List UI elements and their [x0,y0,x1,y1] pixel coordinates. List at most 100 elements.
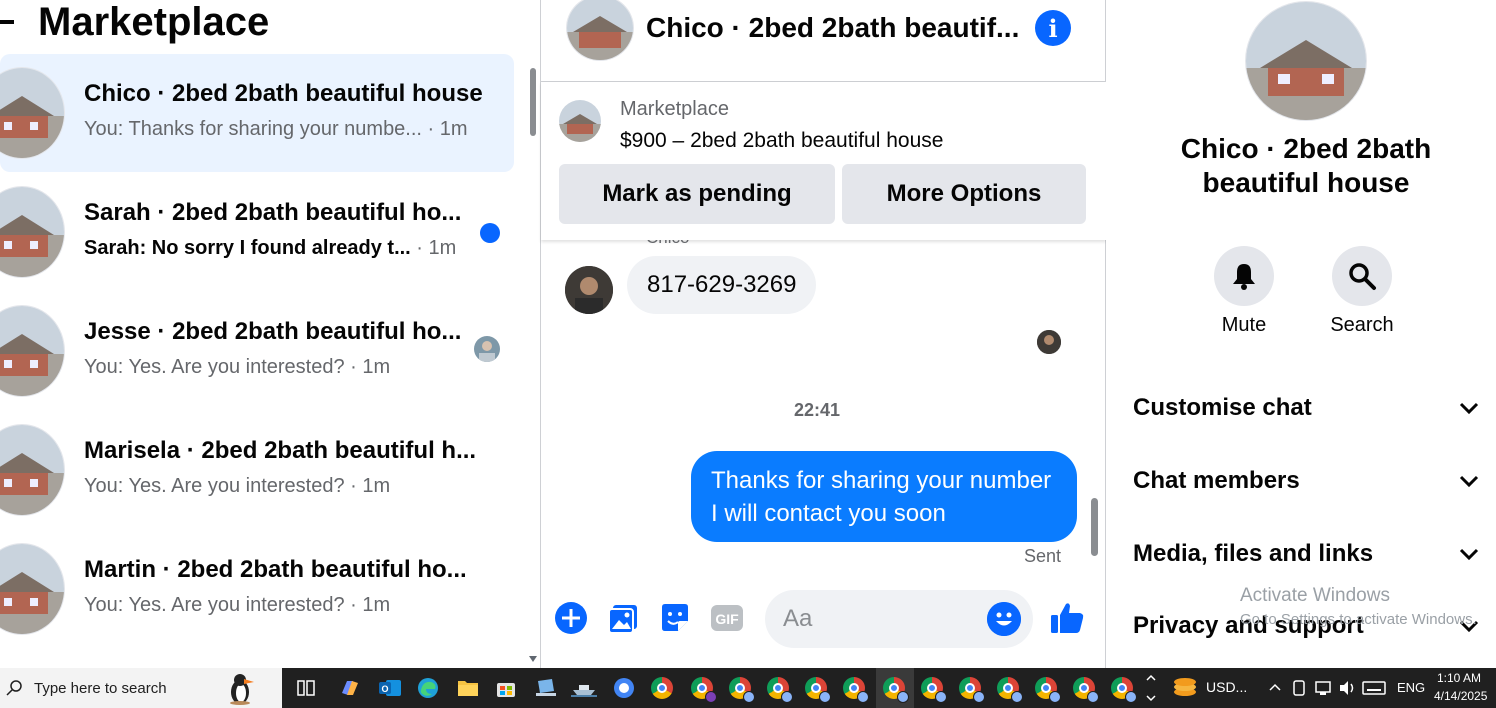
sent-status: Sent [1023,546,1061,566]
chrome-profile-icon[interactable] [688,674,717,703]
device-icon[interactable] [1292,679,1306,697]
back-icon[interactable] [0,20,14,24]
chrome-profile-icon[interactable] [918,674,947,703]
task-view-icon[interactable] [292,674,320,702]
chevron-down-icon [1459,620,1479,633]
bell-icon[interactable] [1214,246,1274,306]
taskbar-overflow-chevron-icon[interactable] [1146,672,1156,704]
chrome-profile-icon[interactable] [1032,674,1061,703]
section-label: Customise chat [1133,394,1312,421]
mute-button[interactable]: Mute [1204,246,1284,337]
section-label: Media, files and links [1133,540,1374,567]
volume-icon[interactable] [1338,679,1358,697]
clock-time[interactable]: 1:10 AM [1437,671,1481,685]
ship-app-icon[interactable] [570,674,598,702]
chrome-profile-icon[interactable] [1070,674,1099,703]
chat-avatar[interactable] [567,0,633,60]
input-language[interactable]: ENG [1397,680,1425,695]
tray-expand-icon[interactable] [1268,681,1282,693]
conversation-time: · 1m [421,118,468,140]
listing-title[interactable]: $900 – 2bed 2bath beautiful house [620,129,943,153]
privacy-support-section[interactable]: Privacy and support [1133,606,1479,646]
chrome-profile-icon[interactable] [726,674,755,703]
messenger-app: Marketplace Chico · 2bed 2bath beautiful… [0,0,1496,668]
windows-taskbar: Type here to search O USD... ENG 1:10 AM… [0,668,1496,708]
incoming-message-bubble[interactable]: 817-629-3269 [627,256,817,314]
chevron-down-icon [1459,402,1479,415]
gif-icon[interactable]: GIF [709,600,745,636]
copilot-icon[interactable] [336,674,364,702]
house-thumbnail [0,544,64,634]
scrollbar-thumb[interactable] [1091,498,1098,556]
conversation-list-scrollbar[interactable] [528,58,536,664]
message-input-container[interactable] [765,590,1033,648]
mute-label: Mute [1221,314,1267,336]
conversation-item-sarah[interactable]: Sarah · 2bed 2bath beautiful ho... Sarah… [0,173,514,291]
chrome-profile-icon[interactable] [880,674,909,703]
scroll-down-icon[interactable] [529,656,537,662]
seen-avatar-icon [474,336,500,362]
svg-text:GIF: GIF [715,611,739,627]
photo-gallery-icon[interactable] [605,600,641,636]
conversation-preview: Sarah: No sorry I found already t... · 1… [84,237,457,259]
currency-widget-icon[interactable] [1172,676,1198,700]
conversation-item-jesse[interactable]: Jesse · 2bed 2bath beautiful ho... You: … [0,292,514,410]
network-icon[interactable] [1314,679,1334,697]
thumbs-up-icon[interactable] [1049,600,1085,636]
chrome-icon[interactable] [648,674,676,702]
chat-scrollbar[interactable] [1089,244,1099,568]
customise-chat-section[interactable]: Customise chat [1133,388,1479,428]
google-app-icon[interactable] [610,674,638,702]
emoji-icon[interactable] [987,602,1021,636]
chat-title[interactable]: Chico · 2bed 2bath beautif... [646,12,1019,44]
puffin-icon [230,674,254,705]
conversation-item-marisela[interactable]: Marisela · 2bed 2bath beautiful h... You… [0,411,514,529]
file-explorer-icon[interactable] [454,674,482,702]
chrome-profile-icon[interactable] [956,674,985,703]
unread-indicator-icon [480,223,500,243]
chat-panel: Chico · 2bed 2bath beautif... i Marketpl… [540,0,1106,668]
plus-circle-icon[interactable] [553,600,589,636]
conversation-time: · 1m [350,475,391,497]
conversation-item-martin[interactable]: Martin · 2bed 2bath beautiful ho... You:… [0,530,514,648]
house-thumbnail [0,187,64,277]
chevron-down-icon [1459,475,1479,488]
clock-date[interactable]: 4/14/2025 [1434,689,1487,703]
search-button[interactable]: Search [1322,246,1402,337]
house-thumbnail [0,425,64,515]
conversation-time: · 1m [350,356,391,378]
listing-source: Marketplace [620,98,729,120]
chat-members-section[interactable]: Chat members [1133,461,1479,501]
search-icon[interactable] [1332,246,1392,306]
sticker-icon[interactable] [657,600,693,636]
sender-name: Chico [646,240,689,248]
media-files-links-section[interactable]: Media, files and links [1133,534,1479,574]
currency-widget-label[interactable]: USD... [1206,679,1247,695]
chrome-profile-icon[interactable] [1108,674,1137,703]
info-icon[interactable]: i [1035,10,1071,46]
chrome-profile-icon[interactable] [840,674,869,703]
store-icon[interactable] [492,674,520,702]
chrome-profile-icon[interactable] [764,674,793,703]
outlook-icon[interactable]: O [376,674,404,702]
chrome-profile-icon[interactable] [802,674,831,703]
taskbar-search-box[interactable]: Type here to search [0,668,282,708]
scrollbar-thumb[interactable] [530,68,536,136]
listing-thumbnail[interactable] [559,100,601,142]
conversation-name: Chico · 2bed 2bath beautiful house [84,80,483,107]
outgoing-message-bubble[interactable]: Thanks for sharing your number I will co… [691,451,1077,542]
sender-avatar[interactable] [565,266,613,314]
details-title: Chico · 2bed 2bath beautiful house [1180,133,1432,198]
message-input[interactable] [783,590,973,648]
keyboard-icon[interactable] [1362,680,1386,696]
conversation-item-chico[interactable]: Chico · 2bed 2bath beautiful house You: … [0,54,514,172]
time-separator: 22:41 [793,400,841,420]
listing-avatar[interactable] [1246,2,1366,120]
pc-app-icon[interactable] [532,674,560,702]
page-title: Marketplace [38,0,270,44]
edge-icon[interactable] [414,674,442,702]
conversation-time: · 1m [350,594,391,616]
more-options-button[interactable]: More Options [842,164,1086,224]
chrome-profile-icon[interactable] [994,674,1023,703]
mark-as-pending-button[interactable]: Mark as pending [559,164,835,224]
